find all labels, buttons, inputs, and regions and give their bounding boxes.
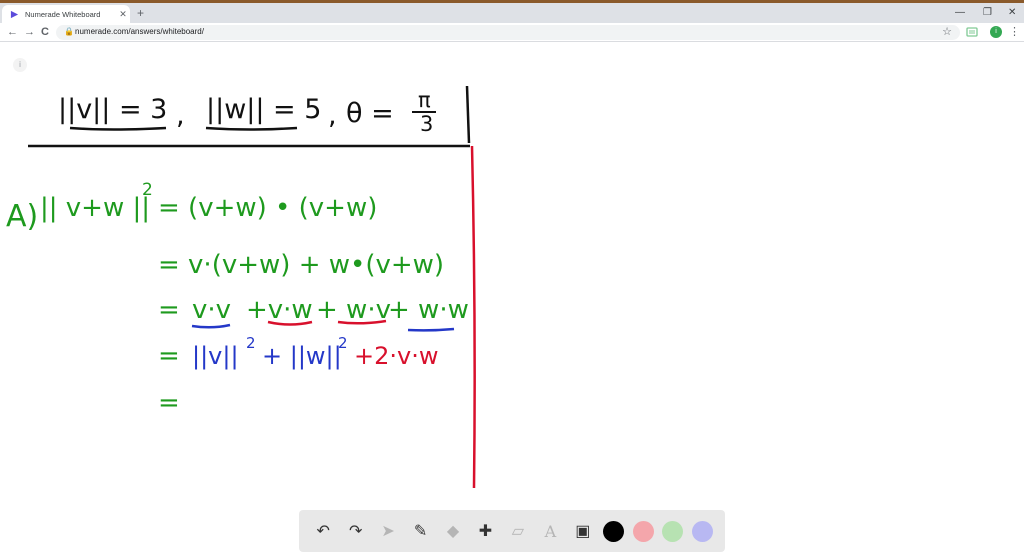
line3-term-wv: + w·v (316, 295, 391, 325)
line4-cross-term: +2·v·w (354, 342, 438, 370)
given-theta-denominator: 3 (420, 112, 433, 136)
url-text[interactable]: numerade.com/answers/whiteboard/ (75, 27, 204, 36)
line2-expression: = v·(v+w) + w•(v+w) (158, 250, 444, 280)
line3-term-vw: +v·w (246, 295, 313, 325)
line4-v-norm: ||v|| (192, 342, 239, 370)
profile-avatar[interactable]: i (990, 26, 1002, 38)
extension-icon[interactable] (966, 26, 978, 38)
browser-menu-icon[interactable]: ⋮ (1009, 25, 1020, 38)
given-v-norm: ||v|| = 3 (58, 94, 167, 125)
given-theta-lhs: θ = (346, 98, 394, 129)
margin-divider-line (470, 145, 476, 489)
color-swatch-green[interactable] (662, 520, 684, 542)
drawing-toolbar: ↶ ↷ ➤ ✎ ◆ ✚ ▱ A ▣ (299, 510, 725, 552)
part-a-label: A) (6, 199, 38, 234)
pen-icon[interactable]: ✎ (409, 519, 433, 543)
close-window-button[interactable]: ✕ (1008, 7, 1016, 19)
minimize-button[interactable]: — (955, 7, 965, 19)
undo-icon[interactable]: ↶ (311, 519, 335, 543)
line3-term-ww: + w·w (388, 295, 469, 325)
v-norm-underline (69, 126, 167, 131)
reload-button[interactable]: C (41, 25, 49, 39)
header-vertical-line (465, 85, 471, 144)
lock-icon: 🔒 (64, 27, 74, 36)
add-icon[interactable]: ✚ (473, 519, 497, 543)
color-swatch-red[interactable] (632, 520, 654, 542)
w-norm-underline (205, 126, 298, 131)
line1-exponent: 2 (142, 180, 153, 200)
numerade-logo-icon (10, 10, 19, 18)
address-bar[interactable]: 🔒 numerade.com/answers/whiteboard/ ☆ (56, 25, 960, 40)
line1-lhs: || v+w || (40, 193, 150, 223)
line4-exponent-1: 2 (246, 334, 256, 352)
given-separator-1: , (176, 100, 185, 131)
close-tab-icon[interactable]: ✕ (116, 9, 130, 20)
given-w-norm: ||w|| = 5 (206, 94, 321, 125)
bookmark-star-icon[interactable]: ☆ (942, 25, 952, 38)
line3-equals: = (158, 295, 180, 325)
browser-toolbar: ← → C 🔒 numerade.com/answers/whiteboard/… (0, 23, 1024, 42)
color-swatch-black[interactable] (603, 520, 625, 542)
line3-term-vv: v·v (192, 295, 231, 325)
image-icon[interactable]: ▣ (571, 519, 595, 543)
line5-equals: = (158, 388, 180, 418)
given-theta-numerator: π (418, 88, 431, 112)
new-tab-button[interactable]: + (137, 7, 144, 19)
tab-title: Numerade Whiteboard (25, 9, 101, 19)
restore-button[interactable]: ❐ (983, 7, 992, 19)
line4-equals: = (158, 341, 180, 371)
vv-underline (191, 323, 231, 329)
ww-underline (407, 327, 455, 332)
browser-tab[interactable]: Numerade Whiteboard ✕ (2, 5, 130, 23)
eraser-icon[interactable]: ▱ (506, 519, 530, 543)
color-swatch-blue[interactable] (691, 520, 713, 542)
tab-strip: Numerade Whiteboard ✕ + — ❐ ✕ (0, 3, 1024, 23)
whiteboard-canvas[interactable]: ||v|| = 3 , ||w|| = 5 , θ = π 3 A) || v+… (0, 42, 1024, 558)
forward-button[interactable]: → (24, 25, 35, 39)
given-separator-2: , (328, 100, 337, 131)
text-tool-icon[interactable]: A (538, 519, 562, 543)
shapes-icon[interactable]: ◆ (441, 519, 465, 543)
back-button[interactable]: ← (7, 25, 18, 39)
info-icon[interactable]: i (13, 58, 27, 72)
select-cursor-icon[interactable]: ➤ (376, 519, 400, 543)
line4-exponent-2: 2 (338, 334, 348, 352)
line1-rhs: = (v+w) • (v+w) (158, 193, 377, 223)
redo-icon[interactable]: ↷ (344, 519, 368, 543)
line4-w-norm: + ||w|| (262, 342, 342, 370)
